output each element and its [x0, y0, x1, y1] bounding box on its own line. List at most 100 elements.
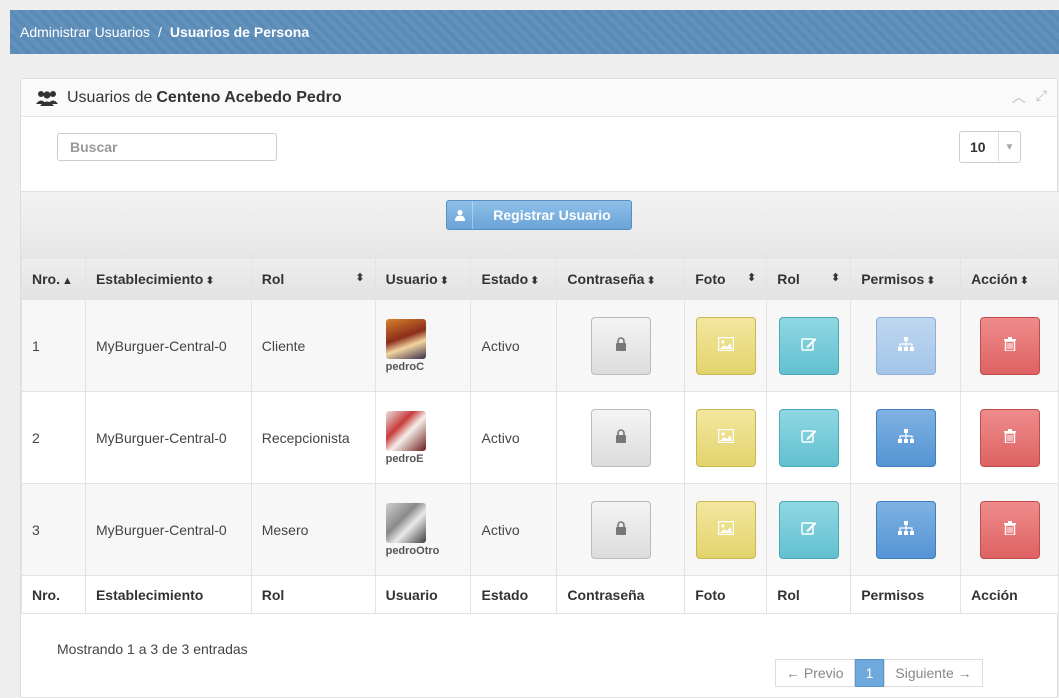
table-row: 3 MyBurguer-Central-0 Mesero pedroOtro A… [21, 483, 1059, 576]
footer-permisos: Permisos [850, 575, 962, 614]
trash-icon [1003, 337, 1016, 354]
trash-icon [1003, 521, 1016, 538]
footer-usuario: Usuario [374, 575, 472, 614]
cell-permisos [850, 483, 962, 576]
permissions-button[interactable] [875, 316, 936, 375]
prev-page-button[interactable]: ← Previo [775, 659, 855, 687]
username: pedroC [385, 360, 425, 373]
breadcrumb-parent-link[interactable]: Administrar Usuarios [20, 24, 150, 40]
footer-foto: Foto [684, 575, 768, 614]
footer-estado: Estado [470, 575, 558, 614]
change-password-button[interactable] [590, 408, 651, 467]
cell-nro: 1 [21, 299, 86, 392]
cell-rol: Cliente [250, 299, 376, 392]
cell-accion [960, 299, 1059, 392]
col-header-contrasena[interactable]: Contraseña ⬍ [556, 257, 686, 300]
col-header-accion[interactable]: Acción ⬍ [960, 257, 1059, 300]
cell-usuario: pedroC [374, 299, 472, 392]
breadcrumb: Administrar Usuarios / Usuarios de Perso… [10, 10, 1059, 54]
edit-icon [801, 520, 817, 539]
pagination: ← Previo 1 Siguiente → [775, 659, 983, 687]
sort-asc-icon: ▲ [62, 274, 73, 287]
permissions-button[interactable] [875, 408, 936, 467]
footer-accion: Acción [960, 575, 1059, 614]
delete-button[interactable] [979, 316, 1040, 375]
panel-tools: ︿ ⤢ [1012, 87, 1047, 107]
footer-establecimiento: Establecimiento [84, 575, 252, 614]
avatar [385, 502, 426, 543]
col-header-permisos[interactable]: Permisos ⬍ [850, 257, 962, 300]
image-icon [717, 520, 734, 538]
edit-icon [801, 336, 817, 355]
table-footer-row: Nro. Establecimiento Rol Usuario Estado … [21, 575, 1059, 614]
cell-nro: 2 [21, 391, 86, 484]
edit-role-button[interactable] [778, 316, 839, 375]
sort-icon: ⬍ [1019, 274, 1029, 287]
col-header-foto[interactable]: Foto ⬍ [684, 257, 768, 300]
cell-rol-action [766, 391, 852, 484]
breadcrumb-current: Usuarios de Persona [169, 24, 310, 40]
delete-button[interactable] [979, 408, 1040, 467]
col-header-estado[interactable]: Estado ⬍ [470, 257, 558, 300]
lock-icon [615, 429, 627, 446]
sitemap-icon [897, 521, 914, 538]
trash-icon [1003, 429, 1016, 446]
sort-icon: ⬍ [530, 274, 540, 287]
col-header-usuario[interactable]: Usuario ⬍ [374, 257, 472, 300]
permissions-button[interactable] [875, 500, 936, 559]
col-header-rol[interactable]: Rol ⬍ [250, 257, 376, 300]
col-header-nro[interactable]: Nro. ▲ [21, 257, 86, 300]
panel-title-name: Centeno Acebedo Pedro [156, 88, 342, 106]
cell-usuario: pedroE [374, 391, 472, 484]
change-password-button[interactable] [590, 500, 651, 559]
next-page-button[interactable]: Siguiente → [884, 659, 983, 687]
expand-icon[interactable]: ⤢ [1036, 87, 1047, 107]
cell-rol-action [766, 299, 852, 392]
image-icon [717, 428, 734, 446]
cell-accion [960, 483, 1059, 576]
chevron-up-icon[interactable]: ︿ [1012, 87, 1026, 107]
page-size-value: 10 [970, 139, 986, 155]
edit-icon [801, 428, 817, 447]
sort-icon: ⬍ [646, 274, 656, 287]
photo-button[interactable] [695, 408, 756, 467]
breadcrumb-separator: / [157, 24, 162, 40]
edit-role-button[interactable] [778, 408, 839, 467]
cell-rol-action [766, 483, 852, 576]
username: pedroE [385, 452, 424, 465]
lock-icon [615, 521, 627, 538]
register-user-button[interactable]: Registrar Usuario [446, 200, 632, 230]
sort-icon: ⬍ [926, 274, 936, 287]
sort-icon: ⬍ [355, 271, 365, 284]
users-icon [35, 89, 59, 107]
sort-icon: ⬍ [439, 274, 449, 287]
users-table: Nro. ▲ Establecimiento ⬍ Rol ⬍ Usuario ⬍ Est… [21, 257, 1059, 614]
table-row: 1 MyBurguer-Central-0 Cliente pedroC Act… [21, 299, 1059, 392]
change-password-button[interactable] [590, 316, 651, 375]
page-1-button[interactable]: 1 [854, 659, 885, 687]
delete-button[interactable] [979, 500, 1040, 559]
cell-accion [960, 391, 1059, 484]
table-header-row: Nro. ▲ Establecimiento ⬍ Rol ⬍ Usuario ⬍ Est… [21, 257, 1059, 300]
cell-contrasena [556, 483, 686, 576]
cell-estado: Activo [470, 483, 558, 576]
edit-role-button[interactable] [778, 500, 839, 559]
photo-button[interactable] [695, 316, 756, 375]
photo-button[interactable] [695, 500, 756, 559]
footer-nro: Nro. [21, 575, 86, 614]
search-input[interactable] [57, 133, 277, 161]
footer-rol: Rol [250, 575, 376, 614]
cell-estado: Activo [470, 391, 558, 484]
image-icon [717, 336, 734, 354]
page-size-select[interactable]: 10 ▼ [959, 131, 1021, 163]
col-header-rol-action[interactable]: Rol ⬍ [766, 257, 852, 300]
cell-establecimiento: MyBurguer-Central-0 [84, 391, 252, 484]
col-header-establecimiento[interactable]: Establecimiento ⬍ [84, 257, 252, 300]
table-toolbar: Registrar Usuario [21, 191, 1059, 257]
user-icon [447, 201, 473, 229]
cell-foto [684, 299, 768, 392]
cell-establecimiento: MyBurguer-Central-0 [84, 299, 252, 392]
cell-contrasena [556, 299, 686, 392]
footer-contrasena: Contraseña [556, 575, 686, 614]
username: pedroOtro [385, 544, 440, 557]
